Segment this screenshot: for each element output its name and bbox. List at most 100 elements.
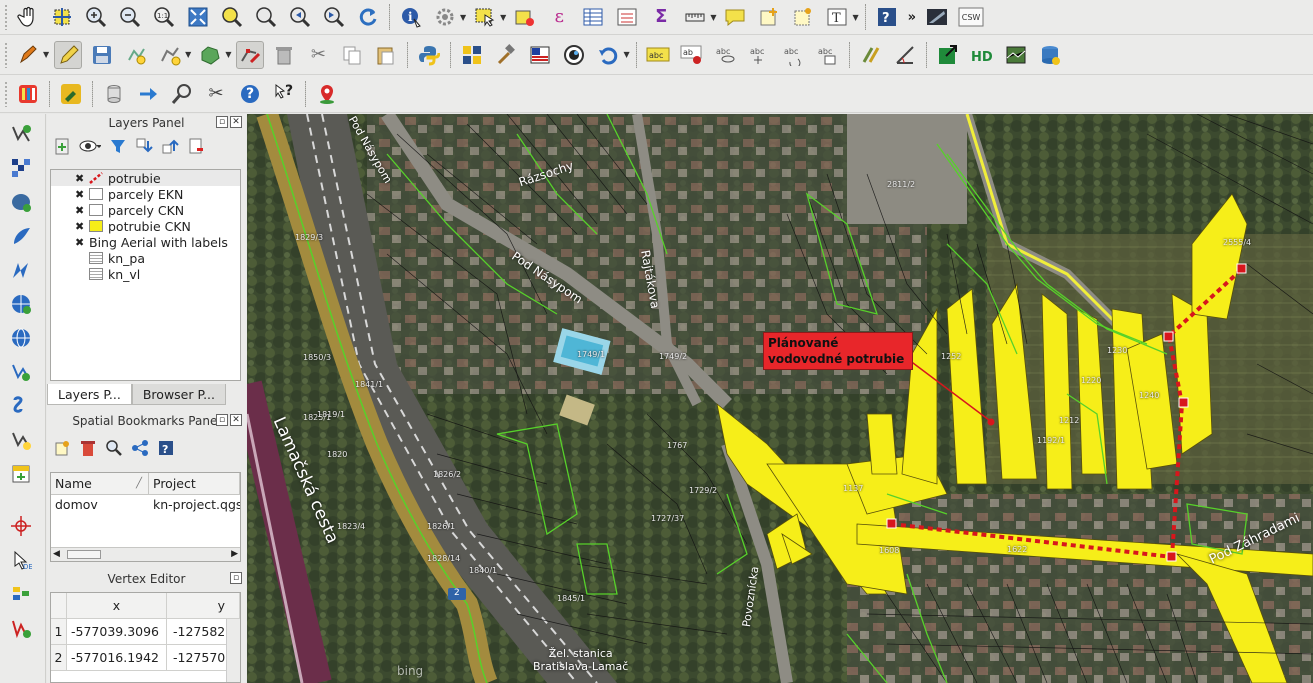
zoom-next-icon[interactable] [320,3,348,31]
hd-icon[interactable]: HD [968,41,996,69]
add-postgis-layer-icon[interactable] [7,188,35,216]
openstreetmap-icon[interactable] [560,41,588,69]
toolbar-grip[interactable] [4,4,8,30]
filter-legend-icon[interactable] [109,137,127,158]
help-icon[interactable]: ? [873,3,901,31]
tab-layers-panel[interactable]: Layers P... [47,384,132,405]
layer-item[interactable]: ✖ parcely EKN [51,186,240,202]
copy-features-icon[interactable] [338,41,366,69]
layers-panel-titlebar[interactable]: Layers Panel ▫ ✕ [47,114,246,132]
layer-visibility-checkbox[interactable]: ✖ [75,188,84,201]
change-label-icon[interactable]: abc [814,41,842,69]
column-header-name[interactable]: Name ╱ [51,473,149,494]
add-spatialite-layer-icon[interactable] [7,222,35,250]
pin-labels-icon[interactable]: ab [678,41,706,69]
zoom-full-icon[interactable] [184,3,212,31]
add-point-icon[interactable] [122,41,150,69]
text-annotation-icon[interactable]: T [823,3,851,31]
measure-icon[interactable] [681,3,709,31]
deselect-icon[interactable] [511,3,539,31]
new-bookmark-icon[interactable] [755,3,783,31]
add-virtual-layer-icon[interactable] [7,392,35,420]
plugin-tool-icon[interactable] [57,80,85,108]
help-icon[interactable]: ? [157,439,175,460]
chevron-down-icon[interactable]: ▼ [43,50,49,59]
layer-visibility-checkbox[interactable]: ✖ [75,204,84,217]
vertical-scrollbar[interactable] [226,619,240,682]
measure-angle-icon[interactable] [891,41,919,69]
chevron-down-icon[interactable]: ▼ [185,50,191,59]
database-manager-icon[interactable] [100,80,128,108]
database-icon[interactable] [1036,41,1064,69]
rotate-label-icon[interactable]: abc [780,41,808,69]
zoom-to-bookmark-icon[interactable] [105,439,123,460]
tab-browser-panel[interactable]: Browser P... [131,384,226,405]
scissors-icon[interactable]: ✂ [202,80,230,108]
field-calculator-icon[interactable] [613,3,641,31]
close-icon[interactable]: ✕ [230,414,242,426]
column-header-x[interactable]: x [67,593,167,618]
vertex-tool-icon[interactable] [236,40,265,69]
add-raster-layer-icon[interactable] [7,154,35,182]
current-edits-icon[interactable] [14,41,42,69]
plugin-icon[interactable] [923,3,951,31]
show-hide-labels-icon[interactable]: abc [712,41,740,69]
layer-visibility-checkbox[interactable]: ✖ [75,220,84,233]
chevron-down-icon[interactable]: ▼ [225,50,231,59]
help-circle-icon[interactable]: ? [236,80,264,108]
layer-visibility-checkbox[interactable]: ✖ [75,172,84,185]
map-tips-icon[interactable] [721,3,749,31]
pan-to-selection-icon[interactable] [48,3,76,31]
pan-icon[interactable] [14,3,42,31]
cell-x[interactable]: -577039.3096 [67,619,167,644]
planned-pipeline-annotation[interactable]: Plánované vodovodné potrubie [763,332,913,370]
plugin-extra-icon[interactable] [7,580,35,608]
add-group-icon[interactable] [53,137,71,158]
delete-selected-icon[interactable] [270,41,298,69]
export-icon[interactable] [934,41,962,69]
undo-icon[interactable] [594,41,622,69]
python-console-icon[interactable] [415,41,443,69]
layer-item[interactable]: kn_vl [51,266,240,282]
raster-icon[interactable] [1002,41,1030,69]
column-header-project[interactable]: Project [149,473,240,494]
table-row[interactable]: domov kn-project.qgs [51,495,240,513]
digitize-tools-icon[interactable] [857,41,885,69]
share-bookmark-icon[interactable] [131,439,149,460]
search-icon[interactable] [168,80,196,108]
overflow-chevron-icon[interactable]: » [908,10,916,25]
select-features-icon[interactable] [471,3,499,31]
paste-features-icon[interactable] [372,41,400,69]
scroll-left-icon[interactable]: ◀ [53,549,60,559]
move-label-icon[interactable]: abc [746,41,774,69]
chevron-down-icon[interactable]: ▼ [852,13,858,22]
zoom-to-selection-icon[interactable] [218,3,246,31]
delete-bookmark-icon[interactable] [79,439,97,460]
processing-toolbox-icon[interactable] [458,41,486,69]
chevron-down-icon[interactable]: ▼ [500,13,506,22]
label-tool-icon[interactable]: abc [644,41,672,69]
refresh-icon[interactable] [354,3,382,31]
cut-features-icon[interactable]: ✂ [304,41,332,69]
remove-layer-icon[interactable] [187,137,205,158]
float-panel-icon[interactable]: ▫ [230,572,242,584]
chevron-down-icon[interactable]: ▼ [623,50,629,59]
scrollbar-thumb[interactable] [67,550,101,559]
expand-all-icon[interactable] [135,137,153,158]
map-canvas[interactable]: Plánované vodovodné potrubie Lamačská ce… [247,114,1313,683]
float-panel-icon[interactable]: ▫ [216,414,228,426]
new-layer-icon[interactable] [7,460,35,488]
column-header-y[interactable]: y [167,593,240,618]
identify-icon[interactable]: i [397,3,425,31]
table-row[interactable]: 1 -577039.3096 -1275827 [51,619,240,645]
layer-style-icon[interactable] [14,80,42,108]
manage-visibility-icon[interactable] [79,137,102,158]
bookmarks-table[interactable]: Name ╱ Project domov kn-project.qgs ◀ ▶ [50,472,241,562]
add-wfs-layer-icon[interactable] [7,324,35,352]
layer-item[interactable]: ✖ parcely CKN [51,202,240,218]
zoom-actual-size-icon[interactable]: 1:1 [150,3,178,31]
table-row[interactable]: 2 -577016.1942 -1275702 [51,645,240,671]
vertex-editor-titlebar[interactable]: Vertex Editor ▫ [47,570,246,588]
layer-item[interactable]: kn_pa [51,250,240,266]
whats-this-icon[interactable]: ? [270,80,298,108]
